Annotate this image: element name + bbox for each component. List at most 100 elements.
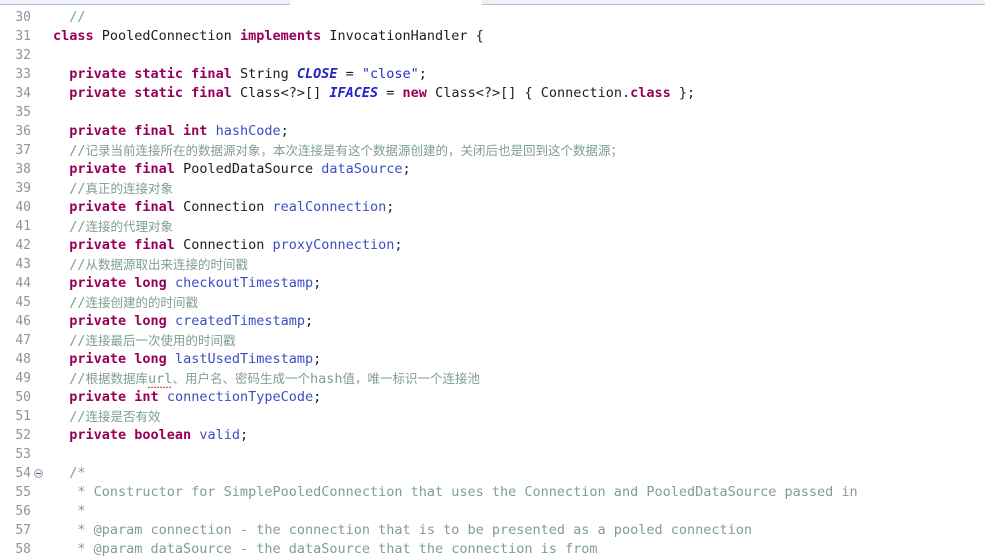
code-token: ; [313, 351, 322, 367]
line-content[interactable]: private long lastUsedTimestamp; [45, 350, 985, 369]
line-number: 52 [15, 428, 31, 443]
line-number: 46 [15, 314, 31, 329]
code-line[interactable]: 36 private final int hashCode; [0, 122, 985, 141]
code-token: = [337, 66, 362, 82]
code-line[interactable]: 52 private boolean valid; [0, 426, 985, 445]
line-number: 50 [15, 390, 31, 405]
line-content[interactable]: private int connectionTypeCode; [45, 388, 985, 407]
code-token: private final [69, 237, 175, 253]
code-line[interactable]: 37 //记录当前连接所在的数据源对象，本次连接是有这个数据源创建的，关闭后也是… [0, 141, 985, 160]
code-line[interactable]: 41 //连接的代理对象 [0, 217, 985, 236]
code-line[interactable]: 57 * @param connection - the connection … [0, 521, 985, 540]
line-content[interactable]: //连接最后一次使用的时间戳 [45, 331, 985, 351]
code-token: Connection [174, 237, 273, 253]
code-token: ; [313, 275, 322, 291]
line-content[interactable]: * @param dataSource - the dataSource tha… [45, 540, 985, 556]
code-line[interactable]: 38 private final PooledDataSource dataSo… [0, 160, 985, 179]
line-number: 32 [15, 48, 31, 63]
code-line[interactable]: 51 //连接是否有效 [0, 407, 985, 426]
line-number: 37 [15, 143, 31, 158]
line-content[interactable]: /* [45, 464, 985, 483]
code-line[interactable]: 40 private final Connection realConnecti… [0, 198, 985, 217]
line-content[interactable]: * [45, 502, 985, 521]
line-content[interactable] [45, 103, 985, 122]
code-token: * [53, 503, 86, 519]
chrome-strip-left [0, 0, 290, 5]
code-line[interactable]: 48 private long lastUsedTimestamp; [0, 350, 985, 369]
code-line[interactable]: 33 private static final String CLOSE = "… [0, 65, 985, 84]
code-token: private long [69, 351, 167, 367]
code-editor[interactable]: 30 // 31 class PooledConnection implements… [0, 0, 985, 556]
code-token: 记录当前连接所在的数据源对象，本次连接是有这个数据源创建的，关闭后也是回到这个数… [85, 143, 624, 158]
line-content[interactable]: //记录当前连接所在的数据源对象，本次连接是有这个数据源创建的，关闭后也是回到这… [45, 141, 985, 161]
code-token: private final int [69, 123, 208, 139]
code-line[interactable]: 32 [0, 46, 985, 65]
minus-circle-icon[interactable] [34, 469, 43, 478]
line-content[interactable]: private boolean valid; [45, 426, 985, 445]
line-number: 38 [15, 162, 31, 177]
code-token: connectionTypeCode [166, 389, 314, 405]
line-content[interactable]: // [45, 8, 985, 27]
code-line[interactable]: 31 class PooledConnection implements Invo… [0, 27, 985, 46]
line-content[interactable]: //根据数据库url、用户名、密码生成一个hash值，唯一标识一个连接池 [45, 369, 985, 389]
line-content[interactable]: private final Connection proxyConnection… [45, 236, 985, 255]
code-token: Connection [174, 199, 273, 215]
code-line[interactable]: 53 [0, 445, 985, 464]
line-content[interactable]: * Constructor for SimplePooledConnection… [45, 483, 985, 502]
line-number: 49 [15, 371, 31, 386]
code-token: ; [239, 427, 249, 443]
line-content[interactable]: //真正的连接对象 [45, 179, 985, 199]
line-number: 40 [15, 200, 31, 215]
code-line[interactable]: 58 * @param dataSource - the dataSource … [0, 540, 985, 556]
code-line[interactable]: 50 private int connectionTypeCode; [0, 388, 985, 407]
code-line[interactable]: 45 //连接创建的的时间戳 [0, 293, 985, 312]
code-line[interactable]: 42 private final Connection proxyConnect… [0, 236, 985, 255]
code-line[interactable]: 49 //根据数据库url、用户名、密码生成一个hash值，唯一标识一个连接池 [0, 369, 985, 388]
line-content[interactable]: private final int hashCode; [45, 122, 985, 141]
line-number: 55 [15, 485, 31, 500]
line-content[interactable]: private static final String CLOSE = "clo… [45, 65, 985, 84]
line-content[interactable]: private static final Class<?>[] IFACES =… [45, 84, 985, 103]
code-token: // [69, 143, 86, 159]
code-token: checkoutTimestamp [174, 275, 314, 291]
code-line[interactable]: 39 //真正的连接对象 [0, 179, 985, 198]
line-number: 42 [15, 238, 31, 253]
line-content[interactable]: private long checkoutTimestamp; [45, 274, 985, 293]
code-token: private final [69, 199, 175, 215]
code-token: lastUsedTimestamp [174, 351, 314, 367]
line-content[interactable]: //连接的代理对象 [45, 217, 985, 237]
code-line[interactable]: 56 * [0, 502, 985, 521]
code-line[interactable]: 30 // [0, 8, 985, 27]
code-line[interactable]: 47 //连接最后一次使用的时间戳 [0, 331, 985, 350]
line-content[interactable] [45, 445, 985, 464]
line-content[interactable]: * @param connection - the connection tha… [45, 521, 985, 540]
line-content[interactable]: //连接创建的的时间戳 [45, 293, 985, 313]
line-content[interactable]: private long createdTimestamp; [45, 312, 985, 331]
code-line[interactable]: 43 //从数据源取出来连接的时间戳 [0, 255, 985, 274]
code-lines-container[interactable]: 30 // 31 class PooledConnection implements… [0, 8, 985, 556]
code-line[interactable]: 54 /* [0, 464, 985, 483]
code-line[interactable]: 46 private long createdTimestamp; [0, 312, 985, 331]
code-line[interactable]: 44 private long checkoutTimestamp; [0, 274, 985, 293]
line-content[interactable]: private final Connection realConnection; [45, 198, 985, 217]
code-line[interactable]: 55 * Constructor for SimplePooledConnect… [0, 483, 985, 502]
line-content[interactable]: //连接是否有效 [45, 407, 985, 427]
code-line[interactable]: 34 private static final Class<?>[] IFACE… [0, 84, 985, 103]
code-line[interactable]: 35 [0, 103, 985, 122]
line-content[interactable]: class PooledConnection implements Invoca… [45, 27, 985, 46]
line-content[interactable]: //从数据源取出来连接的时间戳 [45, 255, 985, 275]
code-token: // [69, 181, 86, 197]
code-token: createdTimestamp [174, 313, 305, 329]
line-content[interactable] [45, 46, 985, 65]
line-number: 54 [15, 466, 31, 481]
line-content[interactable]: private final PooledDataSource dataSourc… [45, 160, 985, 179]
line-number: 53 [15, 447, 31, 462]
